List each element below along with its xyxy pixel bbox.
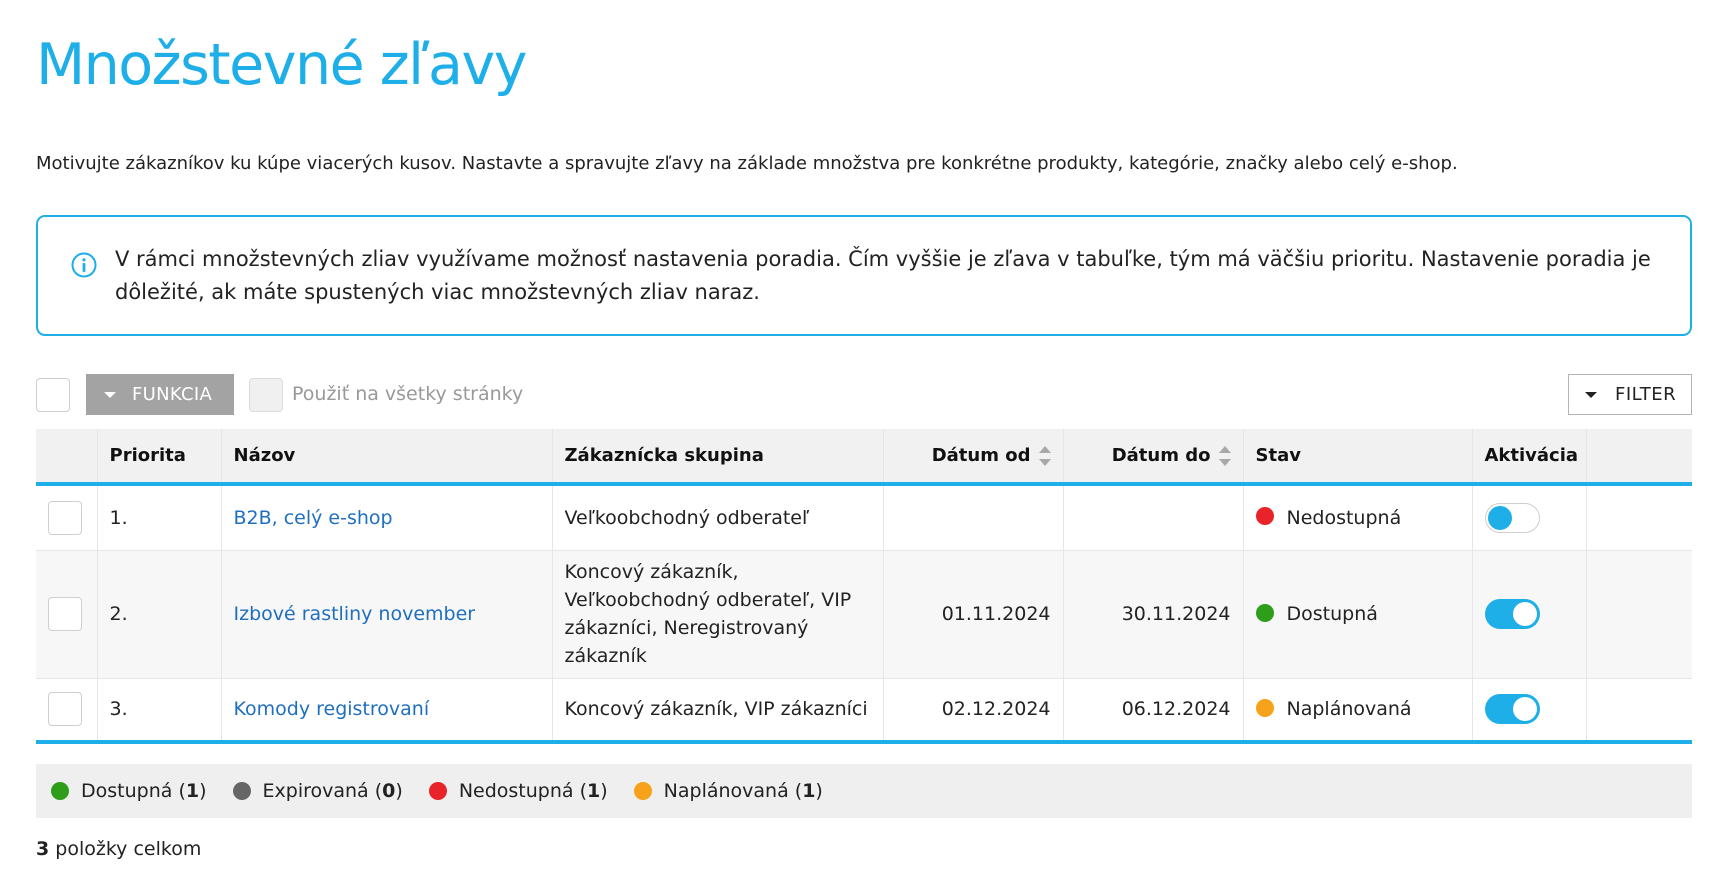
activation-toggle[interactable]	[1484, 502, 1540, 533]
table-row: 1. B2B, celý e-shop Veľkoobchodný odbera…	[36, 484, 1692, 551]
row-status: Nedostupná	[1243, 484, 1473, 551]
header-activation[interactable]: Aktivácia	[1472, 429, 1587, 486]
header-name[interactable]: Názov	[221, 429, 553, 486]
row-customer-group: Veľkoobchodný odberateľ	[552, 484, 884, 551]
sort-icon[interactable]	[1038, 445, 1051, 467]
row-date-from: 01.11.2024	[883, 550, 1064, 679]
legend-count: 1	[185, 780, 200, 802]
total-count-number: 3	[36, 838, 50, 860]
row-name-link[interactable]: Izbové rastliny november	[234, 603, 476, 625]
table-toolbar: FUNKCIA Použiť na všetky stránky FILTER	[36, 374, 1692, 416]
status-dot-icon	[1255, 698, 1274, 717]
header-actions	[1586, 429, 1692, 486]
row-actions	[1586, 678, 1692, 744]
legend-dot-icon	[633, 782, 652, 800]
row-activation	[1472, 550, 1587, 679]
legend-item: Dostupná (1)	[51, 780, 207, 802]
row-date-to: 30.11.2024	[1063, 550, 1244, 679]
activation-toggle[interactable]	[1484, 599, 1540, 629]
info-icon	[71, 252, 97, 278]
discounts-table: Priorita Názov Zákaznícka skupina Dátum …	[36, 429, 1692, 744]
funkcia-button[interactable]: FUNKCIA	[86, 374, 234, 415]
status-dot-icon	[1255, 603, 1274, 622]
legend-item: Naplánovaná (1)	[633, 780, 823, 802]
row-actions	[1586, 484, 1692, 551]
legend-dot-icon	[428, 782, 447, 800]
apply-all-pages-checkbox[interactable]	[249, 378, 283, 412]
header-date-to[interactable]: Dátum do	[1063, 429, 1244, 486]
info-text: V rámci množstevných zliav využívame mož…	[115, 247, 1651, 304]
caret-down-icon	[1585, 391, 1597, 398]
legend-count: 0	[382, 780, 396, 802]
legend-label: Nedostupná	[458, 780, 574, 802]
activation-toggle[interactable]	[1484, 694, 1540, 725]
apply-all-pages-label: Použiť na všetky stránky	[292, 383, 524, 405]
row-status-label: Dostupná	[1286, 603, 1378, 625]
row-status: Dostupná	[1243, 550, 1473, 679]
row-date-to: 06.12.2024	[1063, 678, 1244, 744]
legend-label: Expirovaná	[262, 780, 369, 802]
header-date-from[interactable]: Dátum od	[883, 429, 1064, 486]
page-title: Množstevné zľavy	[36, 32, 527, 98]
total-count: 3 položky celkom	[36, 838, 201, 860]
row-date-from: 02.12.2024	[883, 678, 1064, 744]
header-date-from-label: Dátum od	[931, 444, 1031, 466]
legend-dot-icon	[232, 782, 251, 800]
table-header-row: Priorita Názov Zákaznícka skupina Dátum …	[36, 429, 1692, 486]
toggle-knob	[1512, 602, 1537, 626]
filter-label: FILTER	[1615, 384, 1677, 405]
total-count-label: položky celkom	[55, 838, 202, 860]
legend-item: Nedostupná (1)	[428, 780, 608, 802]
page-intro: Motivujte zákazníkov ku kúpe viacerých k…	[36, 153, 1458, 174]
legend-label: Dostupná	[81, 780, 173, 802]
sort-icon[interactable]	[1218, 445, 1231, 467]
status-legend: Dostupná (1) Expirovaná (0) Nedostupná (…	[36, 764, 1692, 818]
row-activation	[1472, 678, 1587, 744]
toggle-knob	[1512, 697, 1537, 722]
caret-down-icon	[104, 391, 116, 398]
toggle-knob	[1487, 505, 1512, 530]
row-checkbox[interactable]	[48, 597, 82, 631]
row-priority: 2.	[97, 550, 222, 679]
funkcia-label: FUNKCIA	[132, 384, 213, 405]
info-box: V rámci množstevných zliav využívame mož…	[36, 215, 1692, 336]
row-status-label: Naplánovaná	[1286, 698, 1412, 721]
row-customer-group: Koncový zákazník, VIP zákazníci	[552, 678, 884, 744]
row-priority: 3.	[97, 678, 222, 744]
select-all-checkbox[interactable]	[36, 378, 70, 412]
row-checkbox[interactable]	[48, 692, 82, 727]
row-date-from	[883, 484, 1064, 551]
legend-count: 1	[802, 780, 816, 802]
row-status: Naplánovaná	[1243, 678, 1473, 744]
row-customer-group: Koncový zákazník, Veľkoobchodný odberate…	[552, 550, 884, 679]
row-actions	[1586, 550, 1692, 679]
status-dot-icon	[1255, 507, 1274, 526]
legend-label: Naplánovaná	[663, 780, 789, 802]
header-select	[36, 429, 98, 486]
row-status-label: Nedostupná	[1286, 506, 1402, 529]
row-checkbox[interactable]	[48, 500, 82, 535]
legend-dot-icon	[51, 782, 69, 800]
header-status[interactable]: Stav	[1243, 429, 1473, 486]
row-date-to	[1063, 484, 1244, 551]
header-date-to-label: Dátum do	[1111, 444, 1211, 466]
header-customer-group[interactable]: Zákaznícka skupina	[552, 429, 884, 486]
row-priority: 1.	[97, 484, 222, 551]
table-row: 2. Izbové rastliny november Koncový záka…	[36, 550, 1692, 679]
row-activation	[1472, 484, 1587, 551]
row-name-link[interactable]: B2B, celý e-shop	[234, 507, 393, 529]
legend-count: 1	[587, 780, 601, 802]
table-row: 3. Komody registrovaní Koncový zákazník,…	[36, 678, 1692, 744]
legend-item: Expirovaná (0)	[232, 780, 403, 802]
filter-button[interactable]: FILTER	[1568, 374, 1692, 415]
row-name-link[interactable]: Komody registrovaní	[234, 698, 430, 720]
header-priority[interactable]: Priorita	[97, 429, 222, 486]
